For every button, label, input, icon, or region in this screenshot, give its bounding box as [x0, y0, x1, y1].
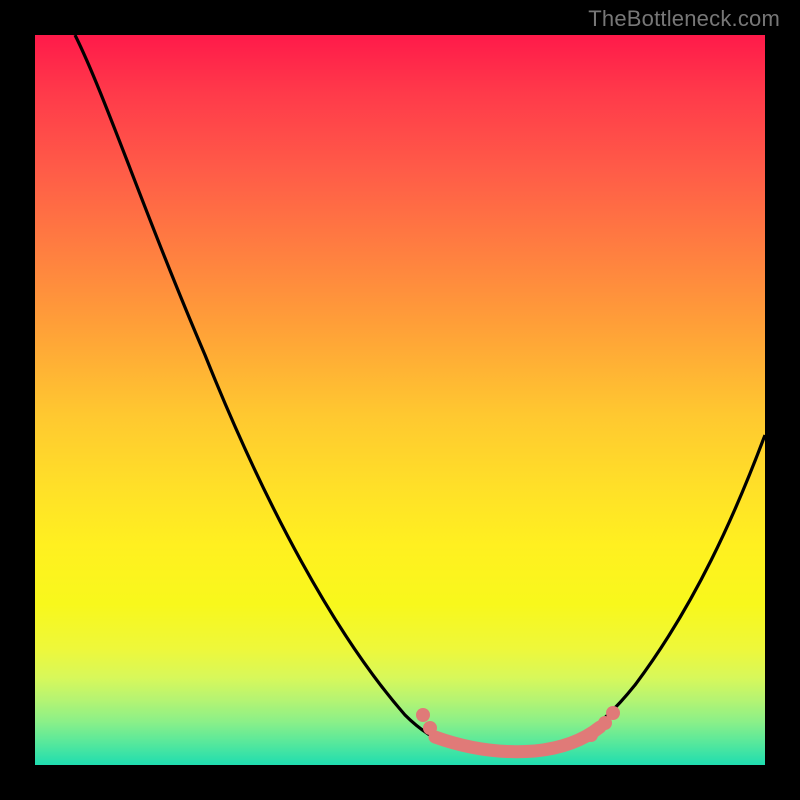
plot-area	[35, 35, 765, 765]
highlight-dot	[606, 706, 620, 720]
watermark-text: TheBottleneck.com	[588, 6, 780, 32]
bottleneck-curve	[75, 35, 765, 753]
highlight-dot	[584, 728, 598, 742]
highlight-arc	[435, 727, 600, 752]
chart-frame: TheBottleneck.com	[0, 0, 800, 800]
highlight-dot	[423, 721, 437, 735]
highlight-dot	[416, 708, 430, 722]
curve-layer	[35, 35, 765, 765]
